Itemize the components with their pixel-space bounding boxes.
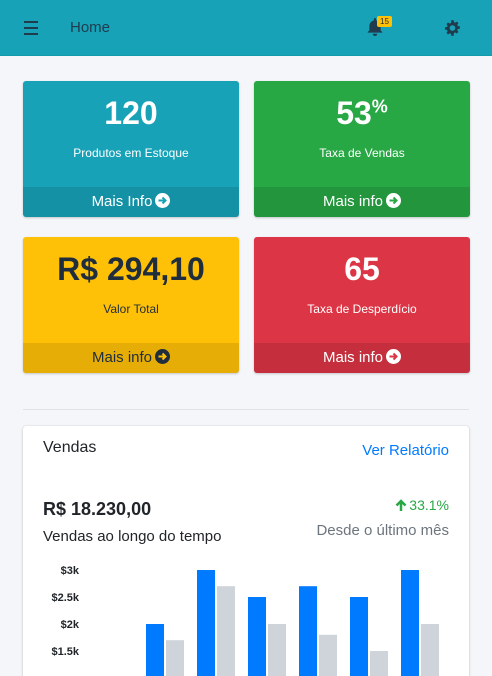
sales-bar-chart: $3k $2.5k $2k $1.5k	[51, 565, 439, 676]
notifications-badge: 15	[377, 16, 392, 27]
box-products-in-stock: 120 Produtos em Estoque Mais Info	[23, 81, 239, 217]
more-info-button[interactable]: Mais info	[254, 187, 470, 217]
sales-change-note: Desde o último mês	[316, 522, 449, 539]
more-info-label: Mais info	[322, 349, 384, 366]
bar-previous	[319, 634, 337, 676]
more-info-label: Mais info	[322, 193, 384, 210]
box-label: Taxa de Desperdício	[307, 302, 417, 316]
sales-subtitle: Vendas ao longo do tempo	[43, 528, 222, 545]
bar-previous	[370, 651, 388, 676]
sales-total: R$ 18.230,00	[43, 499, 152, 519]
more-info-button[interactable]: Mais info	[23, 343, 239, 373]
more-info-label: Mais Info	[91, 193, 153, 210]
more-info-label: Mais info	[91, 349, 153, 366]
view-report-link[interactable]: Ver Relatório	[362, 442, 449, 459]
bar-previous	[217, 586, 235, 676]
box-label: Valor Total	[103, 302, 159, 316]
bar-previous	[166, 640, 184, 676]
gear-icon[interactable]	[443, 19, 461, 37]
box-value: 120	[104, 95, 158, 131]
menu-icon[interactable]	[24, 21, 38, 35]
box-value: 65	[344, 251, 380, 287]
more-info-button[interactable]: Mais info	[254, 343, 470, 373]
box-waste-rate: 65 Taxa de Desperdício Mais info	[254, 237, 470, 373]
more-info-button[interactable]: Mais Info	[23, 187, 239, 217]
bar-current	[197, 570, 215, 676]
bar-current	[350, 597, 368, 676]
box-sales-rate: 53% Taxa de Vendas Mais info	[254, 81, 470, 217]
card-header: Vendas Ver Relatório	[23, 426, 469, 476]
box-value: 53%	[336, 95, 388, 131]
section-divider	[23, 409, 469, 410]
arrow-circle-right-icon	[386, 193, 402, 208]
box-label: Taxa de Vendas	[319, 146, 405, 160]
home-link[interactable]: Home	[70, 19, 110, 36]
arrow-up-icon	[395, 499, 407, 511]
arrow-circle-right-icon	[155, 193, 171, 208]
box-total-value: R$ 294,10 Valor Total Mais info	[23, 237, 239, 373]
sales-change-value: 33.1%	[409, 497, 449, 513]
arrow-circle-right-icon	[155, 349, 171, 364]
bar-previous	[421, 624, 439, 676]
box-value: R$ 294,10	[57, 251, 205, 287]
bar-current	[299, 586, 317, 676]
top-navbar: Home 15	[0, 0, 492, 56]
card-title: Vendas	[43, 439, 97, 456]
sales-card: Vendas Ver Relatório R$ 18.230,00 Vendas…	[23, 426, 469, 676]
arrow-circle-right-icon	[386, 349, 402, 364]
bar-current	[146, 624, 164, 676]
sales-change: 33.1%	[395, 497, 449, 513]
y-tick-label: $3k	[61, 565, 80, 577]
bar-current	[401, 570, 419, 676]
bar-current	[248, 597, 266, 676]
bar-previous	[268, 624, 286, 676]
box-label: Produtos em Estoque	[73, 146, 189, 160]
y-tick-label: $2k	[61, 619, 80, 631]
y-tick-label: $2.5k	[51, 592, 79, 604]
y-tick-label: $1.5k	[51, 646, 79, 658]
